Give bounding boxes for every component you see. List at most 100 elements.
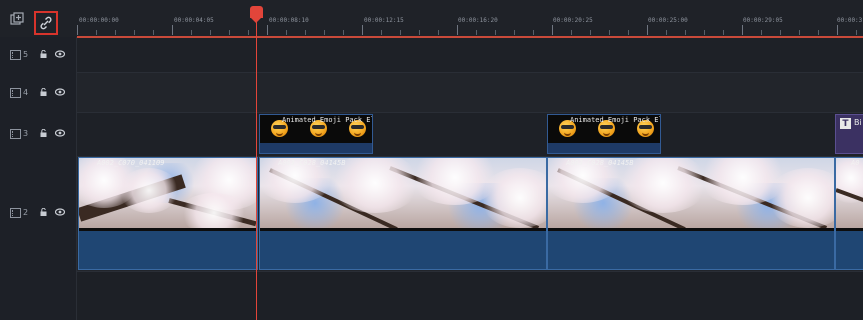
eye-icon[interactable]: [55, 88, 65, 96]
lock-icon[interactable]: [40, 50, 47, 58]
clip-name: A0: [851, 159, 860, 167]
track-lane-4[interactable]: [77, 72, 863, 112]
track-number: 4: [23, 88, 29, 97]
clip-name: A003_C028_04145B: [278, 159, 346, 167]
clip-thumbnail: [79, 158, 257, 228]
video-track-icon: [10, 129, 21, 139]
ruler-minor-tick: [856, 30, 857, 35]
ruler-minor-tick: [134, 30, 135, 35]
lane-divider: [0, 112, 863, 113]
track-header-column: 5 4 3 2: [0, 0, 77, 320]
lane-divider: [0, 72, 863, 73]
ruler-tick-label: 00:00:3: [837, 17, 863, 24]
lock-icon[interactable]: [40, 88, 47, 96]
ruler-minor-tick: [210, 30, 211, 35]
ruler-minor-tick: [419, 30, 420, 35]
clip-thumbnail: [836, 158, 863, 228]
ruler-minor-tick: [666, 30, 667, 35]
ruler-minor-tick: [514, 30, 515, 35]
clip-name: A003_C028_04145B: [566, 159, 634, 167]
track-header-2: 2: [0, 156, 77, 271]
ruler-major-tick: [837, 25, 838, 35]
ruler-minor-tick: [286, 30, 287, 35]
track-header-4: 4: [0, 72, 77, 112]
playhead-line: [256, 12, 257, 320]
ruler-minor-tick: [818, 30, 819, 35]
ruler-minor-tick: [115, 30, 116, 35]
track-lane-empty[interactable]: [77, 271, 863, 320]
track-number: 2: [23, 208, 29, 217]
video-clip[interactable]: A002_C070_041109: [78, 157, 258, 270]
track-header-5: 5: [0, 37, 77, 72]
ruler-minor-tick: [343, 30, 344, 35]
ruler-minor-tick: [628, 30, 629, 35]
clip-name: Bi: [854, 118, 862, 127]
ruler-minor-tick: [533, 30, 534, 35]
ruler-tick-label: 00:00:04:05: [174, 17, 214, 24]
ruler-tick-label: 00:00:16:20: [458, 17, 498, 24]
ruler-minor-tick: [229, 30, 230, 35]
ruler-major-tick: [457, 25, 458, 35]
clip-name: A002_C070_041109: [97, 159, 165, 167]
emoji-clip[interactable]: Animated Emoji Pack El: [259, 114, 373, 154]
ruler-major-tick: [552, 25, 553, 35]
ruler-tick-label: 00:00:08:10: [269, 17, 309, 24]
ruler-minor-tick: [799, 30, 800, 35]
ruler-major-tick: [647, 25, 648, 35]
video-track-icon: [10, 208, 21, 218]
title-clip[interactable]: T Bi: [835, 114, 863, 154]
clip-name: Animated Emoji Pack El: [570, 116, 661, 124]
ruler-minor-tick: [248, 30, 249, 35]
ruler-major-tick: [742, 25, 743, 35]
track-number: 3: [23, 129, 29, 138]
ruler-minor-tick: [324, 30, 325, 35]
ruler-tick-label: 00:00:25:00: [648, 17, 688, 24]
ruler-minor-tick: [305, 30, 306, 35]
ruler-minor-tick: [609, 30, 610, 35]
ruler-tick-label: 00:00:00:00: [79, 17, 119, 24]
add-track-icon[interactable]: [8, 10, 26, 28]
ruler-minor-tick: [761, 30, 762, 35]
clip-thumbnail: [260, 158, 546, 228]
ruler-minor-tick: [780, 30, 781, 35]
link-icon[interactable]: [34, 11, 58, 35]
ruler-minor-tick: [191, 30, 192, 35]
clip-name: Animated Emoji Pack El: [282, 116, 373, 124]
ruler-minor-tick: [723, 30, 724, 35]
video-track-icon: [10, 50, 21, 60]
ruler-tick-label: 00:00:29:05: [743, 17, 783, 24]
ruler-major-tick: [362, 25, 363, 35]
eye-icon[interactable]: [55, 208, 65, 216]
title-icon: T: [840, 118, 851, 129]
clip-thumbnail: [548, 158, 834, 228]
ruler-minor-tick: [400, 30, 401, 35]
timeline-toolbar: [0, 0, 77, 37]
video-track-icon: [10, 88, 21, 98]
time-ruler[interactable]: 00:00:00:00 00:00:04:05 00:00:08:10 00:0…: [77, 0, 863, 38]
video-clip[interactable]: A003_C028_04145B: [259, 157, 547, 270]
ruler-tick-label: 00:00:20:25: [553, 17, 593, 24]
lock-icon[interactable]: [40, 129, 47, 137]
video-clip[interactable]: A003_C028_04145B: [547, 157, 835, 270]
ruler-minor-tick: [438, 30, 439, 35]
track-number: 5: [23, 50, 29, 59]
track-lane-5[interactable]: [77, 37, 863, 72]
lock-icon[interactable]: [40, 208, 47, 216]
playhead-handle[interactable]: [250, 6, 263, 23]
emoji-clip[interactable]: Animated Emoji Pack El: [547, 114, 661, 154]
eye-icon[interactable]: [55, 129, 65, 137]
ruler-major-tick: [267, 25, 268, 35]
ruler-minor-tick: [495, 30, 496, 35]
video-clip[interactable]: A0: [835, 157, 863, 270]
lane-divider: [0, 271, 863, 272]
ruler-minor-tick: [96, 30, 97, 35]
ruler-minor-tick: [476, 30, 477, 35]
ruler-tick-label: 00:00:12:15: [364, 17, 404, 24]
ruler-minor-tick: [704, 30, 705, 35]
ruler-minor-tick: [685, 30, 686, 35]
track-lane-3[interactable]: [77, 112, 863, 156]
ruler-major-tick: [77, 25, 78, 35]
ruler-baseline: [77, 36, 863, 38]
ruler-major-tick: [172, 25, 173, 35]
eye-icon[interactable]: [55, 50, 65, 58]
